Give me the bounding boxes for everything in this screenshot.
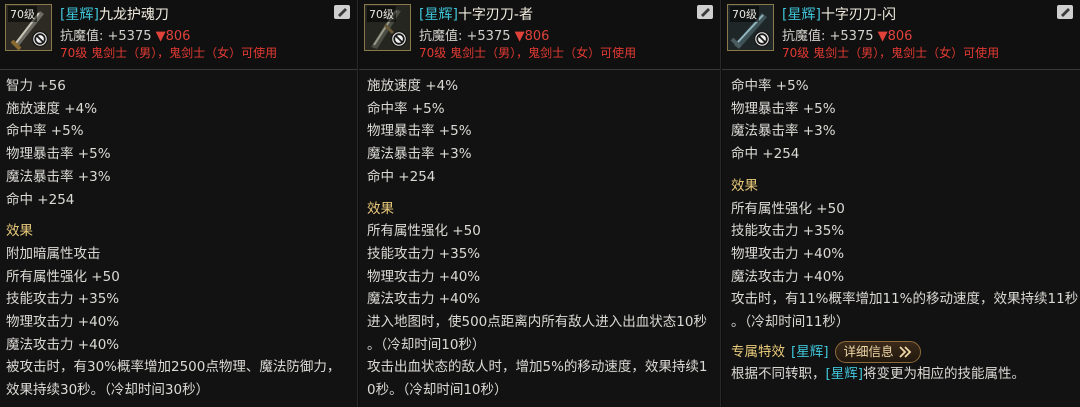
stat-row: 命中 +254 xyxy=(367,168,436,185)
anti-magic-line: 抗魔值: +5375 ▼806 xyxy=(60,25,190,44)
stat-row: 命中率 +5% xyxy=(367,100,445,117)
effect-description: 。（冷却时间11秒） xyxy=(731,314,850,331)
stat-row: 命中率 +5% xyxy=(731,78,809,94)
effect-row: 所有属性强化 +50 xyxy=(731,200,845,217)
special-text-tag: [星辉] xyxy=(825,366,864,383)
item-tooltip-3: 70级 [星辉]十字刃刀-闪 抗魔值: +5375 ▼806 70级 鬼剑士（男… xyxy=(722,0,1080,407)
effect-row: 魔法攻击力 +40% xyxy=(367,291,481,308)
item-tag: [星辉] xyxy=(60,7,99,23)
item-name: 十字刃刀-闪 xyxy=(820,7,896,23)
effect-heading: 效果 xyxy=(6,223,33,240)
effect-description: 效果持续30秒。（冷却时间30秒） xyxy=(6,382,210,399)
tooltip-header: 70级 [星辉]十字刃刀-者 抗魔值: +5375 ▼806 70级 鬼剑士（男… xyxy=(359,0,720,70)
effect-row: 所有属性强化 +50 xyxy=(6,268,120,285)
special-effect-label: 专属特效 xyxy=(731,343,785,360)
edit-icon[interactable] xyxy=(333,4,351,20)
stat-row: 命中 +254 xyxy=(731,146,800,163)
effect-row: 附加暗属性攻击 xyxy=(6,245,101,262)
effect-description: 攻击出血状态的敌人时，增加5%的移动速度，效果持续1 xyxy=(367,359,708,376)
item-title: [星辉]十字刃刀-者 xyxy=(419,4,533,24)
effect-row: 魔法攻击力 +40% xyxy=(731,268,845,285)
item-level: 70级 xyxy=(730,6,759,22)
item-name: 十字刃刀-者 xyxy=(457,7,533,23)
effect-description: 0秒。（冷却时间10秒） xyxy=(367,382,508,399)
item-tag: [星辉] xyxy=(782,7,821,23)
stat-row: 施放速度 +4% xyxy=(367,78,459,94)
edit-icon[interactable] xyxy=(696,4,714,20)
requirement-text: 70级 鬼剑士（男），鬼剑士（女）可使用 xyxy=(60,46,278,60)
requirement-text: 70级 鬼剑士（男），鬼剑士（女）可使用 xyxy=(782,46,1000,60)
effect-description: 被攻击时，有30%概率增加2500点物理、魔法防御力， xyxy=(6,359,341,376)
item-title: [星辉]九龙护魂刀 xyxy=(60,4,169,24)
item-tag: [星辉] xyxy=(419,7,458,23)
stat-row: 施放速度 +4% xyxy=(6,100,98,117)
effect-row: 技能攻击力 +35% xyxy=(731,223,845,240)
item-level: 70级 xyxy=(367,6,396,22)
stat-row: 魔法暴击率 +3% xyxy=(731,123,836,140)
item-tooltip-1: 70级 [星辉]九龙护魂刀 抗魔值: +5375 ▼806 70级 鬼剑士（男）… xyxy=(0,0,358,407)
anti-magic-value: 抗魔值: +5375 xyxy=(782,29,874,44)
item-tooltips: 70级 [星辉]九龙护魂刀 抗魔值: +5375 ▼806 70级 鬼剑士（男）… xyxy=(0,0,1080,407)
effect-row: 所有属性强化 +50 xyxy=(367,223,481,240)
effect-row: 物理攻击力 +40% xyxy=(6,314,120,331)
anti-magic-line: 抗魔值: +5375 ▼806 xyxy=(782,25,912,44)
special-text-post: 将变更为相应的技能属性。 xyxy=(863,366,1026,383)
tooltip-header: 70级 [星辉]十字刃刀-闪 抗魔值: +5375 ▼806 70级 鬼剑士（男… xyxy=(722,0,1080,70)
tooltip-header: 70级 [星辉]九龙护魂刀 抗魔值: +5375 ▼806 70级 鬼剑士（男）… xyxy=(0,0,357,70)
item-level: 70级 xyxy=(8,6,37,22)
effect-row: 魔法攻击力 +40% xyxy=(6,336,120,353)
effect-row: 物理攻击力 +40% xyxy=(731,245,845,262)
detail-info-label: 详细信息 xyxy=(843,344,894,360)
prohibited-icon xyxy=(753,30,771,48)
anti-magic-value: 抗魔值: +5375 xyxy=(419,29,511,44)
stat-row: 命中率 +5% xyxy=(6,123,84,140)
prohibited-icon xyxy=(31,30,49,48)
item-tooltip-2: 70级 [星辉]十字刃刀-者 抗魔值: +5375 ▼806 70级 鬼剑士（男… xyxy=(359,0,721,407)
item-title: [星辉]十字刃刀-闪 xyxy=(782,4,896,24)
special-text-pre: 根据不同转职， xyxy=(731,366,826,383)
effect-description: 。（冷却时间10秒） xyxy=(367,336,486,353)
anti-magic-line: 抗魔值: +5375 ▼806 xyxy=(419,25,549,44)
anti-magic-diff: ▼806 xyxy=(155,29,191,44)
item-icon[interactable]: 70级 xyxy=(727,4,774,51)
effect-row: 技能攻击力 +35% xyxy=(367,245,481,262)
prohibited-icon xyxy=(390,30,408,48)
special-effect-description: 根据不同转职，[星辉]将变更为相应的技能属性。 xyxy=(731,363,1074,386)
effect-heading: 效果 xyxy=(367,200,394,217)
item-name: 九龙护魂刀 xyxy=(98,7,169,23)
effect-row: 物理攻击力 +40% xyxy=(367,268,481,285)
anti-magic-diff: ▼806 xyxy=(877,29,913,44)
double-chevron-right-icon xyxy=(898,346,911,358)
effect-description: 攻击时，有11%概率增加11%的移动速度，效果持续11秒 xyxy=(731,291,1079,308)
tooltip-body: 智力 +56 施放速度 +4% 命中率 +5% 物理暴击率 +5% 魔法暴击率 … xyxy=(6,75,351,402)
requirement-text: 70级 鬼剑士（男），鬼剑士（女）可使用 xyxy=(419,46,637,60)
tooltip-body: 施放速度 +4% 命中率 +5% 物理暴击率 +5% 魔法暴击率 +3% 命中 … xyxy=(367,75,714,402)
detail-info-button[interactable]: 详细信息 xyxy=(834,341,921,364)
effect-heading: 效果 xyxy=(731,177,758,194)
item-icon[interactable]: 70级 xyxy=(5,4,52,51)
stat-row: 物理暴击率 +5% xyxy=(731,100,836,117)
special-effect-row: 专属特效 [星辉] 详细信息 xyxy=(731,341,1074,364)
stat-row: 魔法暴击率 +3% xyxy=(6,168,111,185)
stat-row: 物理暴击率 +5% xyxy=(6,146,111,163)
stat-row: 魔法暴击率 +3% xyxy=(367,146,472,163)
effect-description: 进入地图时，使500点距离内所有敌人进入出血状态10秒 xyxy=(367,314,707,331)
effect-row: 技能攻击力 +35% xyxy=(6,291,120,308)
anti-magic-value: 抗魔值: +5375 xyxy=(60,29,152,44)
item-icon[interactable]: 70级 xyxy=(364,4,411,51)
stat-row: 智力 +56 xyxy=(6,78,66,94)
stat-row: 命中 +254 xyxy=(6,191,75,208)
anti-magic-diff: ▼806 xyxy=(514,29,550,44)
edit-icon[interactable] xyxy=(1056,4,1074,20)
stat-row: 物理暴击率 +5% xyxy=(367,123,472,140)
tooltip-body: 命中率 +5% 物理暴击率 +5% 魔法暴击率 +3% 命中 +254 效果 所… xyxy=(731,75,1079,386)
special-effect-tag: [星辉] xyxy=(791,343,829,360)
